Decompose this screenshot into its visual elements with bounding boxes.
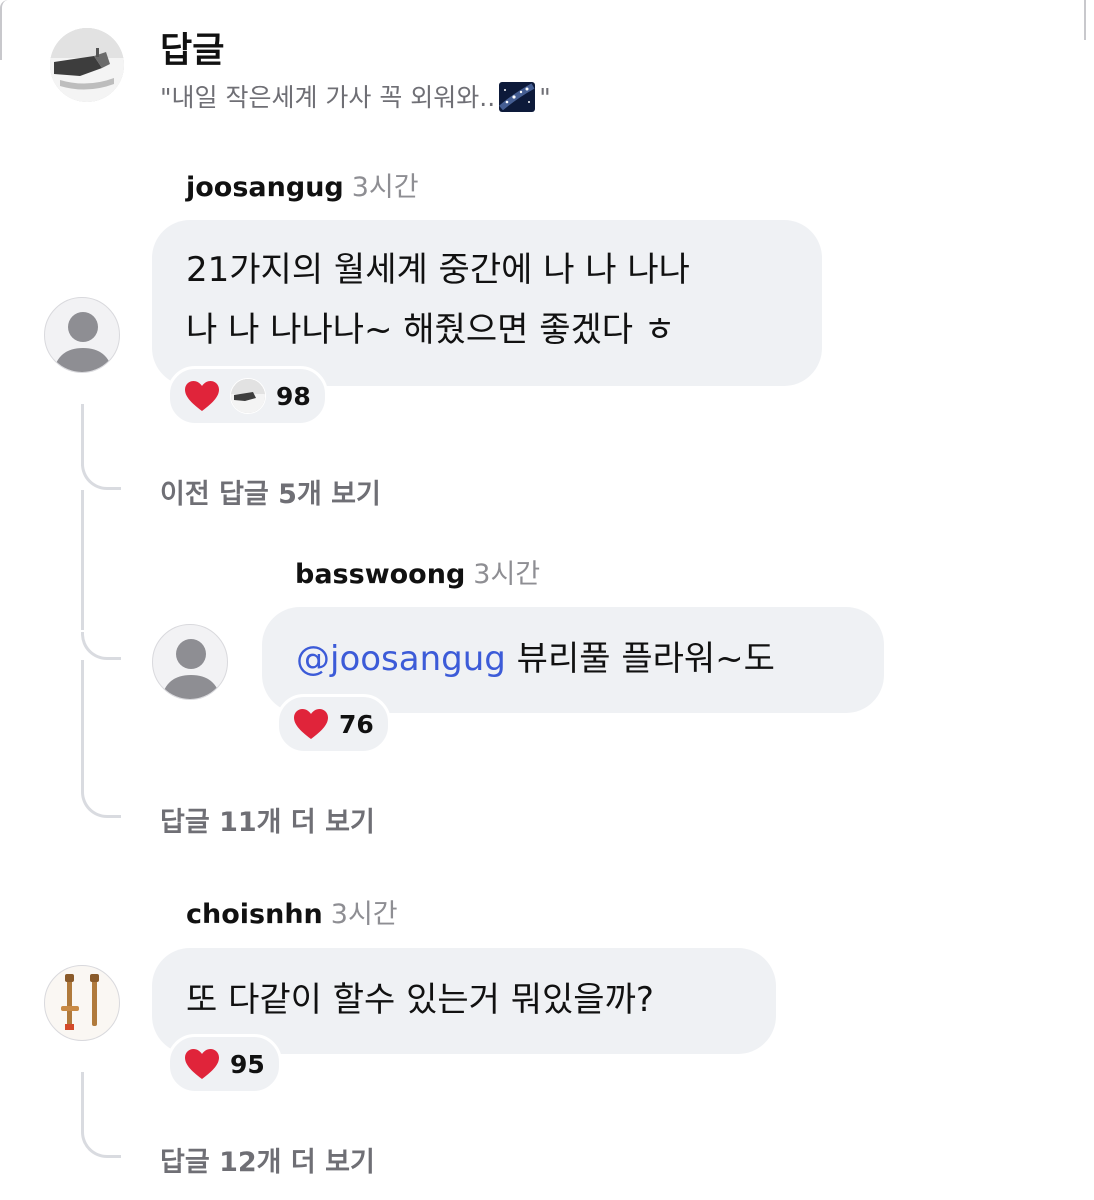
heart-icon: [185, 381, 219, 411]
comment-time: 3시간: [330, 899, 398, 930]
reaction-count: 98: [276, 381, 311, 411]
milky-way-emoji-icon: [499, 82, 536, 112]
post-quote-text: "내일 작은세계 가사 꼭 외워와..: [160, 83, 496, 112]
thread-line: [81, 1072, 84, 1132]
thread-connector: [81, 790, 121, 818]
post-quote: "내일 작은세계 가사 꼭 외워와.. ": [160, 78, 551, 114]
view-more-replies-link[interactable]: 답글 12개 더 보기: [160, 1140, 375, 1179]
reaction-pill[interactable]: 95: [167, 1034, 282, 1094]
reaction-pill[interactable]: 76: [276, 694, 391, 754]
thread-connector: [81, 462, 121, 490]
mention-link[interactable]: @joosangug: [296, 639, 506, 679]
comment-text: 뷰리풀 플라워~도: [505, 639, 775, 679]
comment-time: 3시간: [473, 559, 541, 590]
reaction-count: 76: [339, 709, 374, 739]
person-icon: [161, 639, 221, 699]
reaction-pill[interactable]: 98: [167, 366, 328, 426]
view-previous-replies-link[interactable]: 이전 답글 5개 보기: [160, 472, 381, 511]
comment-username[interactable]: choisnhn 3시간: [186, 892, 398, 931]
thread-connector: [81, 1130, 121, 1158]
default-avatar[interactable]: [44, 297, 120, 373]
default-avatar[interactable]: [152, 624, 228, 700]
heart-icon: [294, 709, 328, 739]
device-frame-edge: [1080, 0, 1086, 40]
comment-text: 또 다같이 할수 있는거 뭐있을까?: [186, 980, 654, 1020]
comment-text-line: 나 나 나나나~ 해줬으면 좋겠다 ㅎ: [186, 310, 676, 350]
thread-connector: [81, 632, 121, 660]
heart-icon: [185, 1049, 219, 1079]
post-quote-close: ": [539, 83, 551, 112]
post-author-avatar[interactable]: [50, 28, 124, 102]
thread-line: [81, 404, 84, 466]
username-text[interactable]: choisnhn: [186, 899, 323, 930]
comment-bubble[interactable]: 21가지의 월세계 중간에 나 나 나나 나 나 나나나~ 해줬으면 좋겠다 ㅎ: [152, 220, 822, 386]
device-frame-edge: [0, 0, 8, 60]
comment-username[interactable]: joosangug 3시간: [186, 165, 419, 204]
page-title: 답글: [160, 31, 225, 71]
username-text[interactable]: joosangug: [186, 172, 344, 203]
thread-line: [81, 660, 84, 790]
comment-text-line: 21가지의 월세계 중간에 나 나 나나: [186, 250, 690, 290]
user-avatar[interactable]: [44, 965, 120, 1041]
comment-username[interactable]: basswoong 3시간: [295, 552, 540, 591]
brush-icon: [61, 974, 99, 1030]
reactor-avatar: [230, 378, 266, 414]
person-icon: [53, 312, 113, 372]
thread-line: [81, 490, 84, 630]
username-text[interactable]: basswoong: [295, 559, 465, 590]
reaction-count: 95: [230, 1049, 265, 1079]
comment-time: 3시간: [351, 172, 419, 203]
view-more-replies-link[interactable]: 답글 11개 더 보기: [160, 800, 375, 839]
